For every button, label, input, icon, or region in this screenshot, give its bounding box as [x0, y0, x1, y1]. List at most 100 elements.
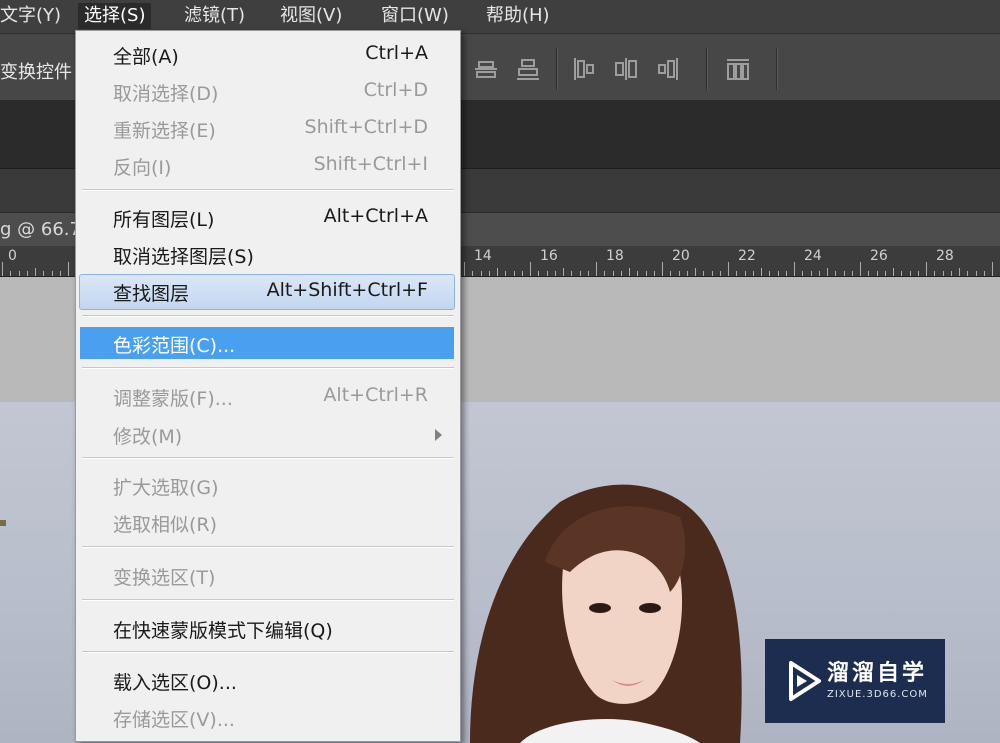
ruler-tick — [629, 268, 630, 276]
ruler-tick — [596, 262, 597, 276]
ruler-tick — [868, 271, 870, 276]
ruler-tick — [579, 271, 581, 276]
ruler-tick — [959, 268, 960, 276]
menu-item-select-all[interactable]: 全部(A) Ctrl+A — [76, 37, 460, 73]
menu-separator — [82, 599, 454, 601]
ruler-label: 0 — [8, 248, 17, 264]
ruler-tick — [612, 271, 614, 276]
align-vertical-center-icon[interactable] — [472, 56, 500, 82]
ruler-tick — [10, 271, 12, 276]
ruler-tick — [744, 271, 746, 276]
menu-separator — [82, 457, 454, 459]
ruler-tick — [934, 271, 936, 276]
ruler-tick — [794, 262, 795, 276]
toolbar-divider — [706, 48, 708, 90]
menu-item-reselect[interactable]: 重新选择(E) Shift+Ctrl+D — [76, 111, 460, 147]
ruler-tick — [18, 271, 20, 276]
ruler-tick — [530, 262, 531, 276]
ruler-label: 20 — [672, 248, 690, 264]
distribute-horizontal-center-icon[interactable] — [612, 56, 640, 82]
ruler-label: 22 — [738, 248, 756, 264]
menu-select[interactable]: 选择(S) — [78, 3, 152, 29]
ruler-tick — [785, 271, 787, 276]
ruler-tick — [637, 271, 639, 276]
menu-item-deselect-layers[interactable]: 取消选择图层(S) — [76, 237, 460, 273]
menu-item-similar[interactable]: 选取相似(R) — [76, 505, 460, 541]
ruler-tick — [917, 271, 919, 276]
watermark-brand: 溜溜自学 — [827, 661, 928, 686]
ruler-tick — [554, 271, 556, 276]
ruler-tick — [505, 271, 507, 276]
ruler-label: 14 — [474, 248, 492, 264]
ruler-tick — [983, 271, 985, 276]
menu-separator — [82, 546, 454, 548]
ruler-tick — [876, 271, 878, 276]
ruler-tick — [645, 271, 647, 276]
select-menu-dropdown: 全部(A) Ctrl+A 取消选择(D) Ctrl+D 重新选择(E) Shif… — [75, 30, 461, 742]
ruler-tick — [884, 271, 886, 276]
ruler-tick — [901, 271, 903, 276]
distribute-right-icon[interactable] — [654, 56, 682, 82]
align-bottom-icon[interactable] — [514, 56, 542, 82]
menu-item-save-selection[interactable]: 存储选区(V)... — [76, 700, 460, 736]
distribute-left-icon[interactable] — [570, 56, 598, 82]
menu-view[interactable]: 视图(V) — [274, 3, 348, 29]
menu-item-color-range[interactable]: 色彩范围(C)... — [76, 326, 460, 362]
transform-controls-label[interactable]: 变换控件 — [0, 58, 72, 84]
ruler-tick — [728, 262, 729, 276]
ruler-tick — [59, 271, 61, 276]
submenu-arrow-icon — [435, 429, 442, 441]
ruler-tick — [670, 271, 672, 276]
menu-type[interactable]: 文字(Y) — [0, 3, 67, 29]
ruler-tick — [68, 262, 69, 276]
ruler-tick — [480, 271, 482, 276]
toolbar-divider — [776, 48, 778, 90]
menu-separator — [82, 189, 454, 191]
toolbar-divider — [556, 48, 558, 90]
menu-item-all-layers[interactable]: 所有图层(L) Alt+Ctrl+A — [76, 200, 460, 236]
ruler-tick — [521, 271, 523, 276]
menu-item-transform-selection[interactable]: 变换选区(T) — [76, 558, 460, 594]
ruler-tick — [851, 271, 853, 276]
ruler-tick — [711, 271, 713, 276]
ruler-tick — [26, 271, 28, 276]
menu-item-find-layers[interactable]: 查找图层 Alt+Shift+Ctrl+F — [76, 274, 460, 310]
menu-item-grow[interactable]: 扩大选取(G) — [76, 468, 460, 504]
ruler-tick — [662, 262, 663, 276]
ruler-tick — [604, 271, 606, 276]
ruler-tick — [686, 271, 688, 276]
ruler-tick — [835, 271, 837, 276]
ruler-tick — [35, 268, 36, 276]
menu-window[interactable]: 窗口(W) — [375, 3, 455, 29]
canvas-marker — [0, 520, 6, 526]
document-tab-title[interactable]: g @ 66.7 — [0, 219, 81, 240]
ruler-tick — [926, 262, 927, 276]
ruler-tick — [695, 268, 696, 276]
menu-item-quick-mask[interactable]: 在快速蒙版模式下编辑(Q) — [76, 611, 460, 647]
ruler-tick — [992, 262, 993, 276]
menu-item-deselect[interactable]: 取消选择(D) Ctrl+D — [76, 74, 460, 110]
ruler-tick — [472, 271, 474, 276]
menu-item-inverse[interactable]: 反向(I) Shift+Ctrl+I — [76, 148, 460, 184]
menu-filter[interactable]: 滤镜(T) — [178, 3, 251, 29]
menu-separator — [82, 315, 454, 317]
ruler-tick — [620, 271, 622, 276]
menu-help[interactable]: 帮助(H) — [480, 3, 556, 29]
menu-item-modify[interactable]: 修改(M) — [76, 417, 460, 453]
ruler-tick — [777, 271, 779, 276]
ruler-label: 16 — [540, 248, 558, 264]
ruler-tick — [802, 271, 804, 276]
ruler-tick — [2, 262, 3, 276]
ruler-tick — [810, 271, 812, 276]
ruler-tick — [967, 271, 969, 276]
ruler-tick — [752, 271, 754, 276]
ruler-tick — [546, 271, 548, 276]
auto-align-layers-icon[interactable] — [724, 56, 752, 82]
ruler-tick — [51, 271, 53, 276]
menu-item-load-selection[interactable]: 载入选区(O)... — [76, 663, 460, 699]
ruler-label: 24 — [804, 248, 822, 264]
ruler-tick — [761, 268, 762, 276]
ruler-tick — [678, 271, 680, 276]
menu-separator — [82, 367, 454, 369]
menu-item-refine-mask[interactable]: 调整蒙版(F)... Alt+Ctrl+R — [76, 379, 460, 415]
